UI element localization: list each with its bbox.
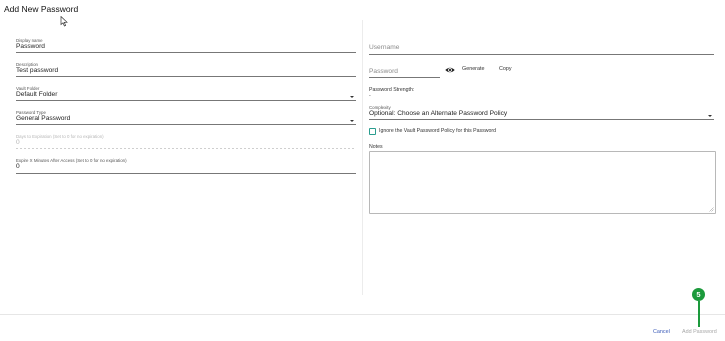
- username-field[interactable]: Username: [369, 44, 714, 55]
- password-type-select[interactable]: Password Type General Password: [16, 110, 356, 125]
- complexity-value: Optional: Choose an Alternate Password P…: [369, 110, 508, 117]
- footer-divider: [0, 314, 725, 315]
- page-title: Add New Password: [4, 4, 79, 14]
- password-type-value: General Password: [16, 115, 71, 122]
- resize-handle-icon[interactable]: [709, 207, 714, 212]
- step-pointer-line: [698, 301, 700, 327]
- description-value: Test password: [16, 67, 59, 74]
- ignore-policy-label[interactable]: Ignore the Vault Password Policy for thi…: [379, 128, 496, 135]
- username-placeholder: Username: [369, 44, 400, 51]
- dropdown-caret-icon[interactable]: [350, 96, 354, 98]
- complexity-select[interactable]: Complexity Optional: Choose an Alternate…: [369, 105, 714, 120]
- days-to-expiration-field: Days to Expiration (Set to 0 for no expi…: [16, 134, 356, 149]
- dropdown-caret-icon[interactable]: [350, 120, 354, 122]
- step-badge: 5: [692, 288, 705, 301]
- vault-folder-select[interactable]: Vault Folder Default Folder: [16, 86, 356, 101]
- add-password-button[interactable]: Add Password: [682, 329, 717, 335]
- description-field[interactable]: Description Test password: [16, 62, 356, 77]
- generate-button[interactable]: Generate: [462, 66, 484, 72]
- days-to-expiration-value: 0: [16, 139, 20, 146]
- password-strength-label: Password Strength:: [369, 87, 415, 93]
- expire-minutes-field[interactable]: Expire X Minutes After Access (Set to 0 …: [16, 158, 356, 174]
- column-divider: [362, 20, 363, 295]
- ignore-policy-checkbox[interactable]: [369, 128, 376, 135]
- eye-icon[interactable]: [445, 66, 455, 74]
- display-name-field[interactable]: Display name Password: [16, 38, 356, 53]
- password-placeholder: Password: [369, 68, 398, 75]
- cursor-icon: [60, 16, 68, 27]
- notes-label: Notes: [369, 144, 383, 150]
- password-field[interactable]: Password: [369, 68, 440, 78]
- expire-minutes-value: 0: [16, 163, 20, 170]
- vault-folder-value: Default Folder: [16, 91, 58, 98]
- cancel-button[interactable]: Cancel: [653, 329, 670, 335]
- notes-textarea[interactable]: [369, 151, 716, 214]
- copy-button[interactable]: Copy: [499, 66, 512, 72]
- display-name-value: Password: [16, 43, 45, 50]
- password-strength-value: -: [369, 93, 371, 99]
- dropdown-caret-icon[interactable]: [708, 115, 712, 117]
